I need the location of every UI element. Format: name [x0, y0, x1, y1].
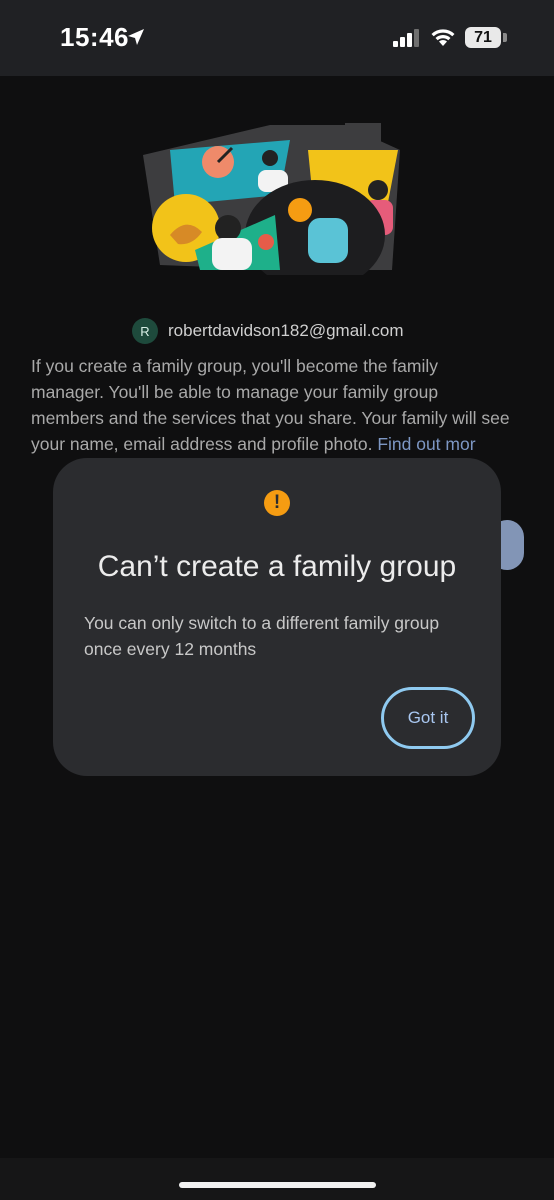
wifi-icon — [431, 29, 455, 46]
cellular-signal-icon — [393, 29, 419, 47]
location-arrow-icon — [128, 29, 144, 45]
find-out-more-link[interactable]: Find out mor — [377, 434, 475, 454]
home-indicator[interactable] — [179, 1182, 376, 1188]
avatar: R — [132, 318, 158, 344]
family-group-description: If you create a family group, you'll bec… — [31, 353, 511, 457]
battery-cap — [503, 33, 507, 42]
family-illustration — [143, 123, 400, 275]
status-time: 15:46 — [60, 22, 129, 52]
dialog-message: You can only switch to a different famil… — [84, 613, 440, 659]
dialog-title: Can’t create a family group — [97, 550, 457, 583]
battery-icon: 71 — [465, 27, 501, 48]
status-bar: 15:46 71 — [0, 0, 554, 76]
avatar-initial: R — [140, 323, 150, 339]
account-email: robertdavidson182@gmail.com — [168, 321, 404, 340]
got-it-button[interactable]: Got it — [381, 687, 475, 749]
exclamation-alert-icon: ! — [264, 490, 290, 516]
got-it-label: Got it — [407, 708, 449, 727]
account-row: R robertdavidson182@gmail.com — [132, 318, 404, 344]
battery-level: 71 — [474, 29, 492, 46]
cant-create-dialog: ! Can’t create a family group You can on… — [53, 458, 501, 776]
bottom-bar — [0, 1158, 554, 1200]
